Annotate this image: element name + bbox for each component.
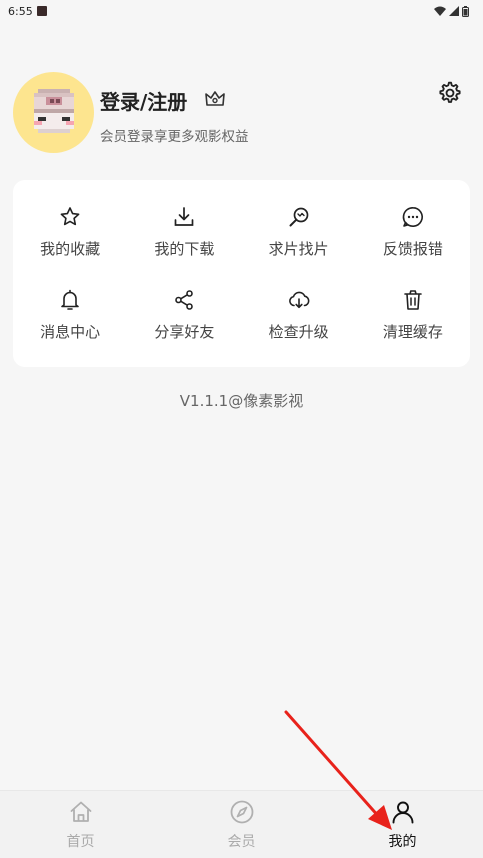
crown-icon: [205, 91, 225, 106]
app-notification-icon: [36, 6, 47, 16]
menu-item-label: 求片找片: [268, 239, 329, 258]
menu-item-share[interactable]: 分享好友: [127, 274, 241, 358]
menu-item-label: 我的收藏: [40, 239, 101, 258]
download-icon: [175, 206, 194, 226]
star-icon: [60, 206, 80, 225]
function-grid: 我的收藏 我的下载 求片找片 反馈报错 消息中心 分享好友 检查升级 清理缓存: [13, 180, 470, 367]
version-label: V1.1.1@像素影视: [179, 392, 304, 410]
tab-label: 会员: [227, 833, 256, 850]
menu-item-feedback[interactable]: 反馈报错: [356, 190, 470, 274]
tab-home[interactable]: 首页: [0, 791, 161, 858]
cloud-download-icon: [288, 291, 310, 309]
home-icon: [70, 801, 91, 822]
signal-icon: [449, 6, 459, 16]
login-register-link[interactable]: 登录/注册: [100, 86, 187, 115]
tab-label: 首页: [66, 833, 95, 850]
user-icon: [392, 801, 413, 823]
chat-bubble-icon: [402, 206, 423, 227]
menu-item-label: 我的下载: [154, 239, 215, 258]
menu-item-favorites[interactable]: 我的收藏: [13, 190, 127, 274]
menu-item-downloads[interactable]: 我的下载: [127, 190, 241, 274]
bottom-tab-bar: 首页 会员 我的: [0, 790, 483, 858]
menu-item-label: 消息中心: [40, 323, 101, 342]
profile-header: 登录/注册 会员登录享更多观影权益: [13, 72, 473, 154]
profile-subtitle: 会员登录享更多观影权益: [100, 129, 249, 145]
menu-item-request-film[interactable]: 求片找片: [242, 190, 356, 274]
gear-icon[interactable]: [437, 80, 463, 106]
status-bar: 6:55: [0, 0, 483, 22]
tab-mine[interactable]: 我的: [322, 791, 483, 858]
menu-item-check-update[interactable]: 检查升级: [242, 274, 356, 358]
status-time: 6:55: [8, 4, 33, 18]
status-bar-right: [434, 5, 469, 17]
avatar[interactable]: [13, 72, 94, 153]
tab-label: 我的: [388, 833, 417, 850]
menu-item-clear-cache[interactable]: 清理缓存: [356, 274, 470, 358]
status-bar-left: 6:55: [8, 5, 47, 18]
search-film-icon: [289, 207, 308, 227]
menu-item-label: 反馈报错: [382, 239, 443, 258]
wifi-icon: [434, 6, 446, 16]
compass-icon: [230, 800, 253, 823]
menu-item-label: 分享好友: [154, 323, 215, 342]
bell-icon: [61, 289, 79, 311]
menu-item-messages[interactable]: 消息中心: [13, 274, 127, 358]
pixel-pig-avatar-icon: [34, 89, 74, 133]
menu-item-label: 检查升级: [268, 323, 329, 342]
menu-item-label: 清理缓存: [382, 323, 443, 342]
battery-icon: [462, 5, 469, 17]
trash-icon: [404, 290, 422, 311]
share-icon: [175, 290, 194, 311]
tab-vip[interactable]: 会员: [161, 791, 322, 858]
